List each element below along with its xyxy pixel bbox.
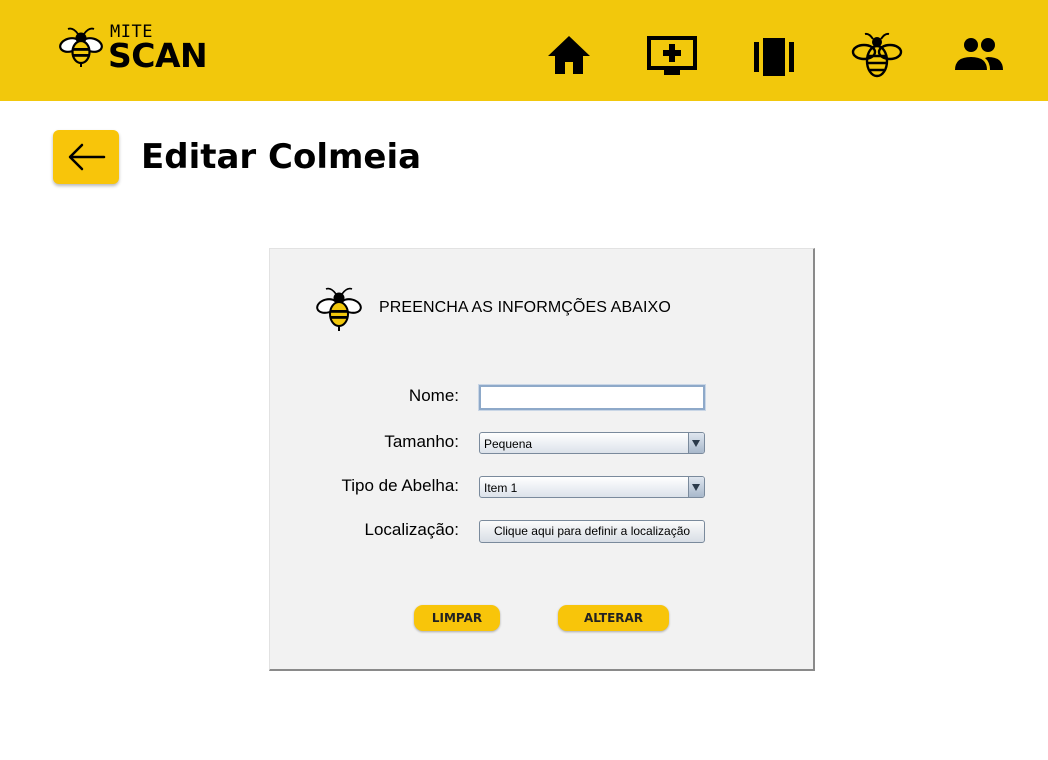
tamanho-select[interactable]: Pequena (479, 432, 705, 454)
nome-input[interactable] (478, 384, 706, 411)
logo-text-bottom: SCAN (108, 36, 208, 75)
tamanho-label: Tamanho: (384, 432, 459, 451)
home-icon (548, 36, 590, 74)
edit-hive-form: PREENCHA AS INFORMÇÕES ABAIXO Nome: Tama… (269, 248, 815, 671)
alterar-button[interactable]: ALTERAR (558, 605, 669, 631)
bee-icon (851, 32, 903, 78)
users-icon (955, 38, 1003, 70)
nav-hive-frames-button[interactable] (749, 30, 805, 86)
hive-frames-icon (754, 38, 794, 76)
tipo-abelha-label: Tipo de Abelha: (341, 476, 459, 495)
nav-home-button[interactable] (544, 30, 600, 86)
arrow-left-icon (68, 143, 106, 171)
back-button[interactable] (53, 130, 119, 184)
mite-scan-logo[interactable]: MITE SCAN (59, 22, 219, 78)
localizacao-label: Localização: (364, 520, 459, 539)
nome-label: Nome: (408, 386, 459, 405)
chevron-down-icon[interactable] (688, 433, 704, 453)
tipo-abelha-selected-value: Item 1 (484, 481, 518, 495)
add-monitor-icon (647, 36, 697, 75)
bee-icon (316, 287, 362, 331)
nav-users-button[interactable] (952, 30, 1008, 86)
top-navbar: MITE SCAN (0, 0, 1048, 101)
chevron-down-icon[interactable] (688, 477, 704, 497)
bee-icon (59, 27, 103, 67)
nav-bee-button[interactable] (851, 30, 907, 86)
nav-add-monitor-button[interactable] (645, 30, 701, 86)
form-heading: PREENCHA AS INFORMÇÕES ABAIXO (379, 299, 671, 316)
limpar-button[interactable]: LIMPAR (414, 605, 500, 631)
tipo-abelha-select[interactable]: Item 1 (479, 476, 705, 498)
define-location-button[interactable]: Clique aqui para definir a localização (479, 520, 705, 543)
page-title: Editar Colmeia (141, 137, 422, 177)
tamanho-selected-value: Pequena (484, 437, 533, 451)
